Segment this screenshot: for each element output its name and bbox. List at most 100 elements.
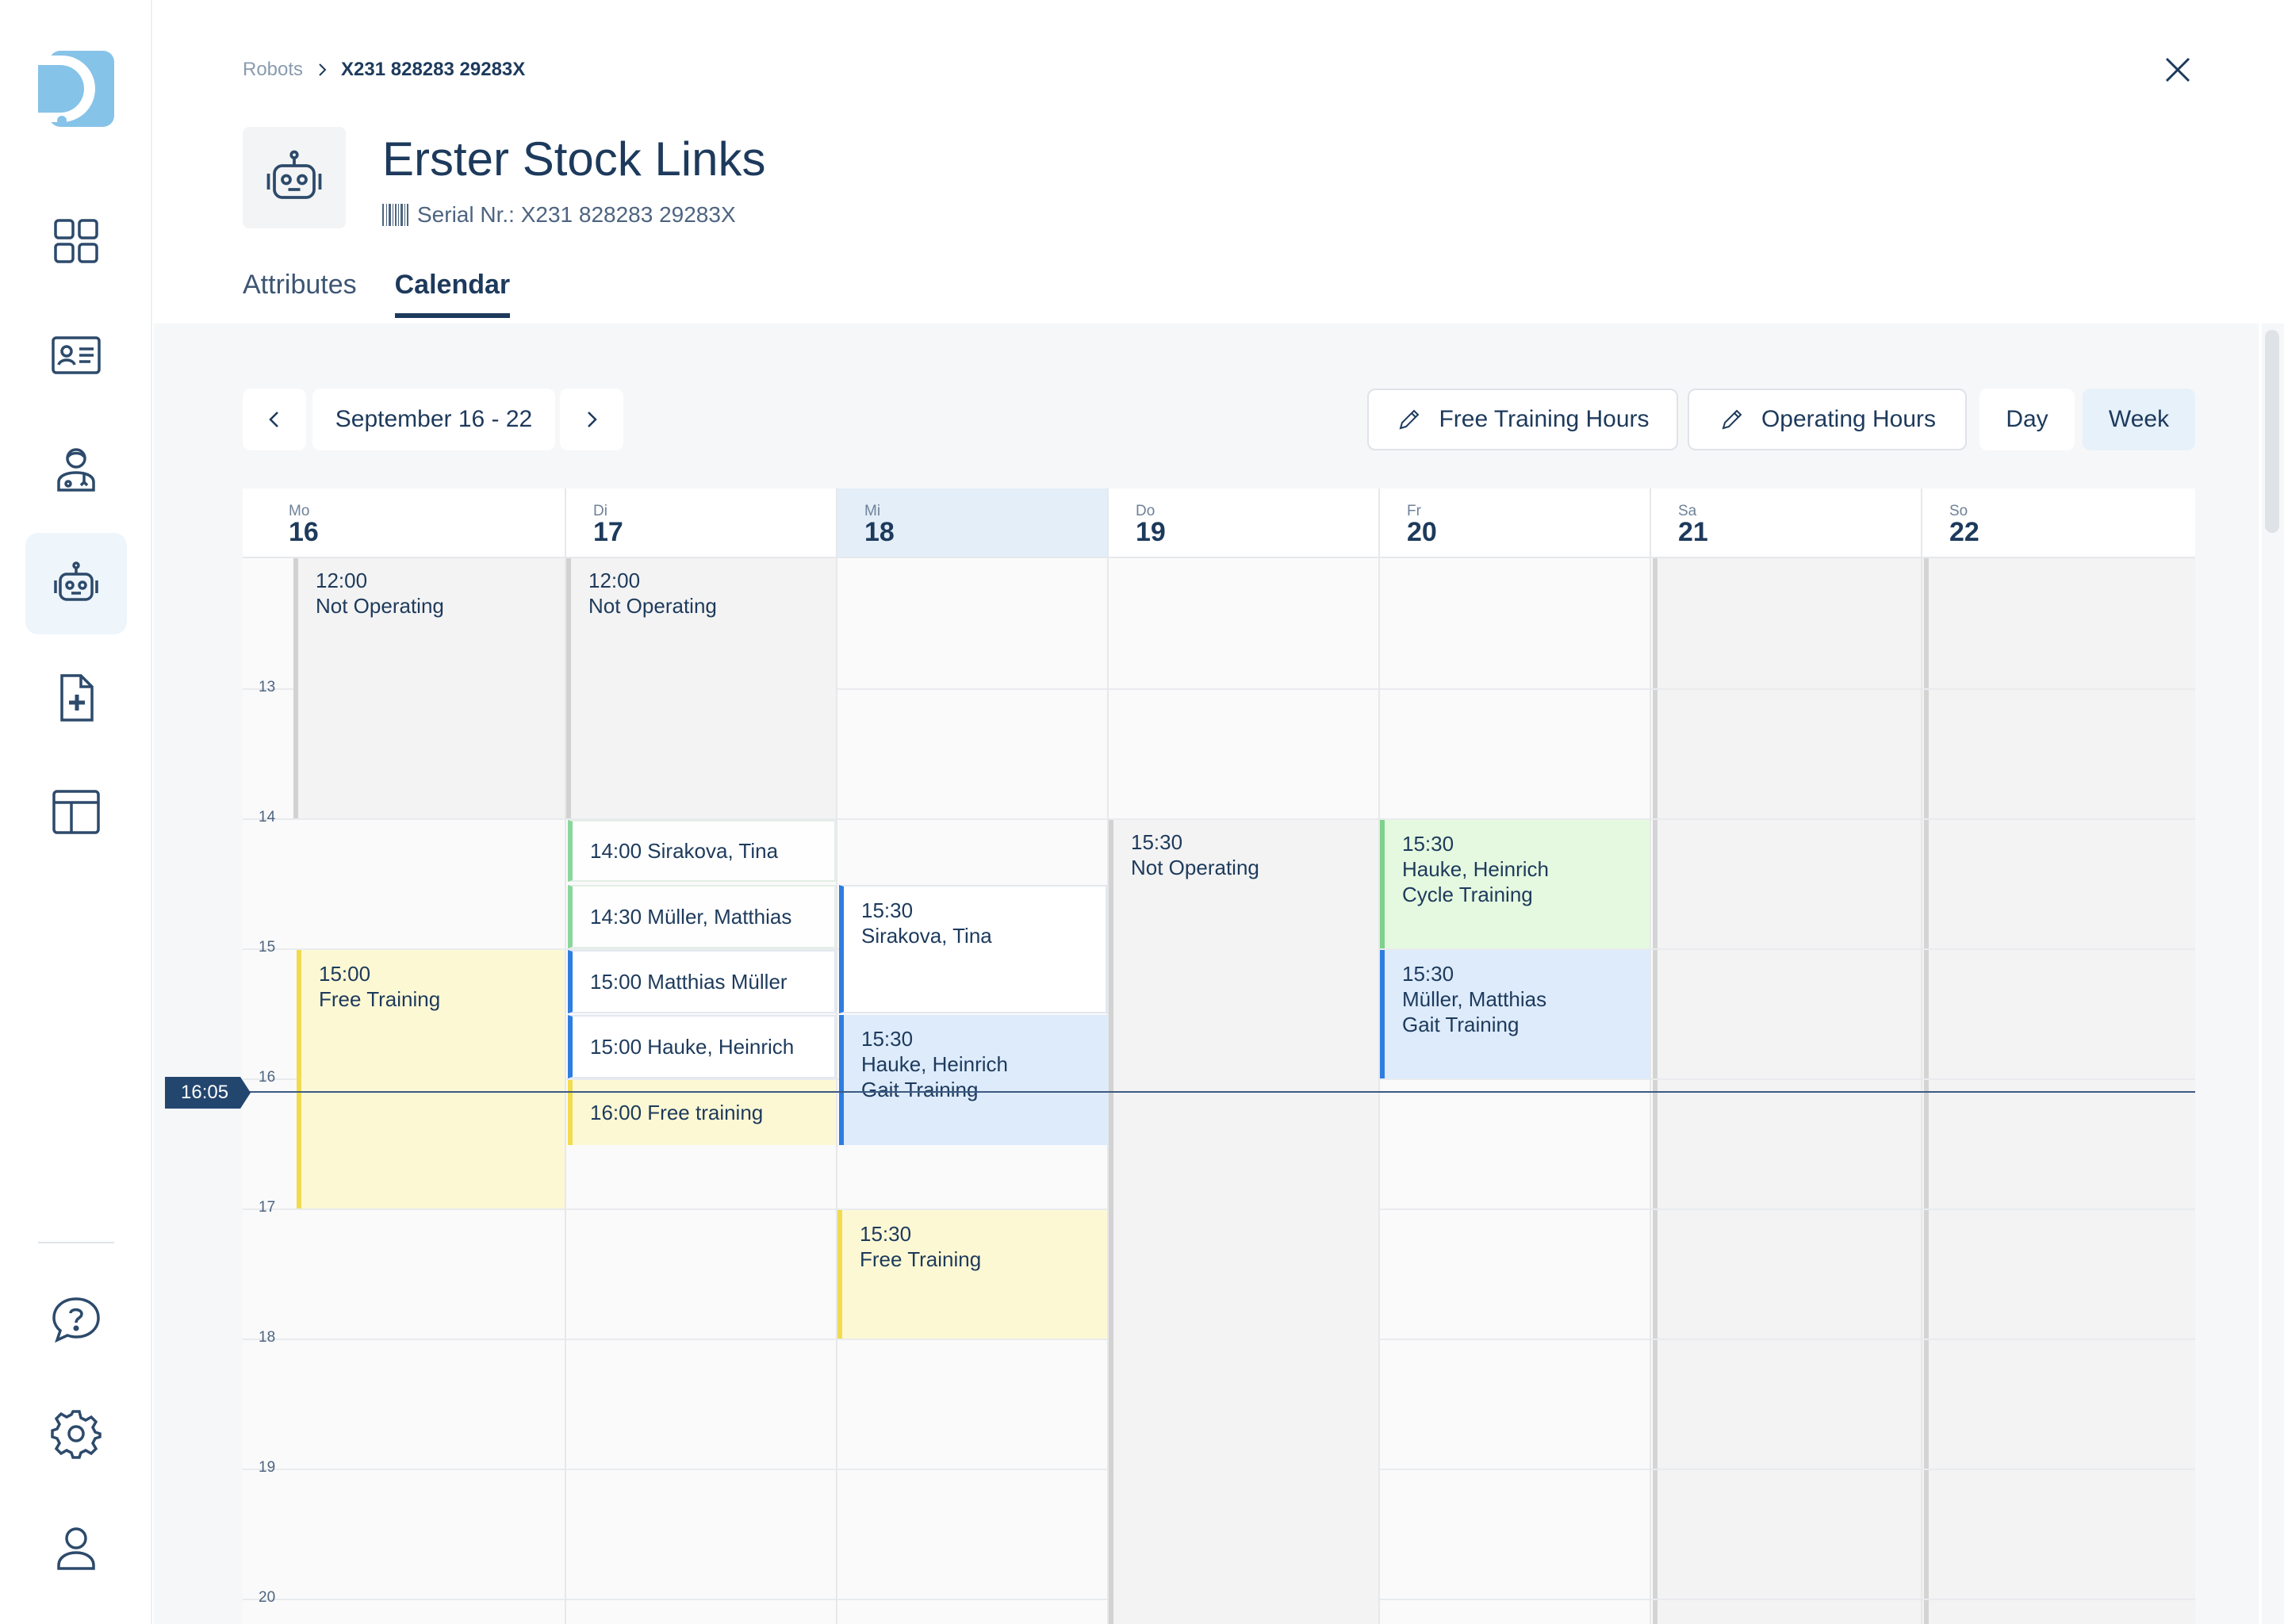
event-time: 15:30	[1402, 962, 1454, 986]
event-title: Not Operating	[588, 594, 717, 618]
chevron-right-icon	[588, 412, 597, 427]
hour-label: 14	[259, 809, 276, 825]
week-view-button[interactable]: Week	[2083, 389, 2195, 450]
sidebar-divider	[38, 1242, 114, 1243]
event-title: Not Operating	[316, 594, 444, 618]
sidebar-item-layout[interactable]	[25, 761, 127, 863]
page-title: Erster Stock Links	[382, 132, 766, 186]
hour-label: 15	[259, 939, 276, 956]
sidebar-item-profile[interactable]	[25, 1497, 127, 1599]
close-icon[interactable]	[2159, 51, 2197, 89]
free-training-hours-label: Free Training Hours	[1439, 406, 1650, 432]
breadcrumb-robots-link[interactable]: Robots	[243, 59, 303, 81]
day-number: 17	[593, 517, 623, 547]
hour-label: 17	[259, 1199, 276, 1216]
event-time: 15:30	[861, 1027, 914, 1051]
event-subtitle: Gait Training	[1402, 1013, 1519, 1036]
event-di-mueller[interactable]: 14:30 Müller, Matthias	[568, 885, 836, 948]
id-card-icon	[52, 336, 101, 374]
day-header-mo[interactable]: Mo 16	[243, 488, 566, 558]
breadcrumb: Robots X231 828283 29283X	[243, 57, 525, 82]
current-time-line	[243, 1091, 2195, 1093]
day-number: 20	[1407, 517, 1437, 547]
hour-label: 16	[259, 1069, 276, 1086]
user-icon	[57, 1527, 95, 1570]
event-title: Hauke, Heinrich	[861, 1052, 1008, 1076]
robot-icon	[54, 561, 98, 601]
event-fr-cycle-training[interactable]: 15:30 Hauke, Heinrich Cycle Training	[1380, 820, 1650, 948]
event-mo-free-training[interactable]: 15:00 Free Training	[297, 950, 565, 1208]
event-di-matthias[interactable]: 15:00 Matthias Müller	[568, 950, 836, 1013]
day-number: 16	[289, 517, 319, 547]
day-header-do[interactable]: Do 19	[1109, 488, 1380, 558]
event-mo-not-operating[interactable]: 12:00 Not Operating	[293, 558, 565, 818]
event-di-not-operating[interactable]: 12:00 Not Operating	[566, 558, 836, 818]
hour-label: 19	[259, 1459, 276, 1476]
event-title: Free Training	[860, 1247, 982, 1271]
sidebar-item-settings[interactable]	[25, 1383, 127, 1484]
pencil-icon	[1399, 409, 1420, 430]
event-subtitle: Cycle Training	[1402, 883, 1533, 906]
sidebar-item-staff[interactable]	[25, 419, 127, 520]
sidebar-item-records[interactable]	[25, 647, 127, 749]
day-view-button[interactable]: Day	[1979, 389, 2075, 450]
day-number: 19	[1136, 517, 1166, 547]
grid-icon	[54, 219, 98, 263]
event-time: 15:30	[860, 1222, 912, 1246]
chevron-right-icon	[319, 63, 327, 76]
serial-number: Serial Nr.: X231 828283 29283X	[382, 202, 736, 228]
event-time: 15:30	[861, 898, 914, 922]
layout-icon	[52, 790, 100, 834]
tab-attributes[interactable]: Attributes	[243, 270, 357, 318]
pencil-icon	[1722, 409, 1742, 430]
help-icon	[52, 1297, 100, 1343]
event-di-free-training[interactable]: 16:00 Free training	[568, 1080, 836, 1145]
day-number: 22	[1949, 517, 1979, 547]
breadcrumb-current: X231 828283 29283X	[341, 59, 526, 80]
sidebar-item-contacts[interactable]	[25, 304, 127, 406]
scrollbar-thumb[interactable]	[2265, 330, 2279, 533]
sidebar-item-help[interactable]	[25, 1269, 127, 1370]
event-title: Not Operating	[1131, 856, 1259, 879]
serial-text: Serial Nr.: X231 828283 29283X	[417, 202, 736, 227]
event-mi-free-training[interactable]: 15:30 Free Training	[837, 1210, 1107, 1339]
entity-avatar	[243, 127, 346, 228]
event-time: 12:00	[588, 569, 641, 592]
event-fr-gait-training[interactable]: 15:30 Müller, Matthias Gait Training	[1380, 950, 1650, 1078]
gear-icon	[51, 1410, 102, 1459]
chevron-left-icon	[269, 412, 278, 427]
event-time: 15:30	[1131, 830, 1183, 854]
day-header-so[interactable]: So 22	[1922, 488, 2195, 558]
free-training-hours-button[interactable]: Free Training Hours	[1367, 389, 1678, 450]
doctor-icon	[57, 448, 95, 492]
event-mi-sirakova[interactable]: 15:30 Sirakova, Tina	[839, 885, 1107, 1013]
day-header-fr[interactable]: Fr 20	[1380, 488, 1651, 558]
next-week-button[interactable]	[560, 389, 623, 450]
file-plus-icon	[60, 674, 94, 722]
sidebar-item-dashboard[interactable]	[25, 190, 127, 292]
hour-label: 20	[259, 1589, 276, 1606]
event-mi-hauke[interactable]: 15:30 Hauke, Heinrich Gait Training	[839, 1015, 1107, 1145]
operating-hours-button[interactable]: Operating Hours	[1688, 389, 1967, 450]
app-logo[interactable]	[38, 51, 114, 127]
operating-hours-label: Operating Hours	[1761, 406, 1937, 432]
day-header-di[interactable]: Di 17	[566, 488, 837, 558]
event-do-not-operating[interactable]: 15:30 Not Operating	[1109, 820, 1378, 1624]
tab-bar: Attributes Calendar	[243, 270, 510, 318]
day-number: 21	[1678, 517, 1708, 547]
event-di-sirakova[interactable]: 14:00 Sirakova, Tina	[568, 820, 836, 882]
robot-icon	[266, 150, 322, 199]
day-header-mi[interactable]: Mi 18	[837, 488, 1109, 558]
event-di-hauke[interactable]: 15:00 Hauke, Heinrich	[568, 1015, 836, 1078]
event-title: Hauke, Heinrich	[1402, 857, 1549, 881]
tab-calendar[interactable]: Calendar	[394, 270, 510, 318]
week-calendar: 13 14 15 16 17 18 19 20 Mo 16 Di 17 Mi 1…	[243, 488, 2195, 1624]
event-subtitle: Gait Training	[861, 1078, 979, 1101]
sidebar-item-robots[interactable]	[25, 533, 127, 634]
prev-week-button[interactable]	[243, 389, 306, 450]
day-header-sa[interactable]: Sa 21	[1651, 488, 1922, 558]
event-time: 12:00	[316, 569, 368, 592]
event-time: 15:30	[1402, 832, 1454, 856]
sidebar	[0, 0, 152, 1624]
date-range-label[interactable]: September 16 - 22	[312, 389, 555, 450]
